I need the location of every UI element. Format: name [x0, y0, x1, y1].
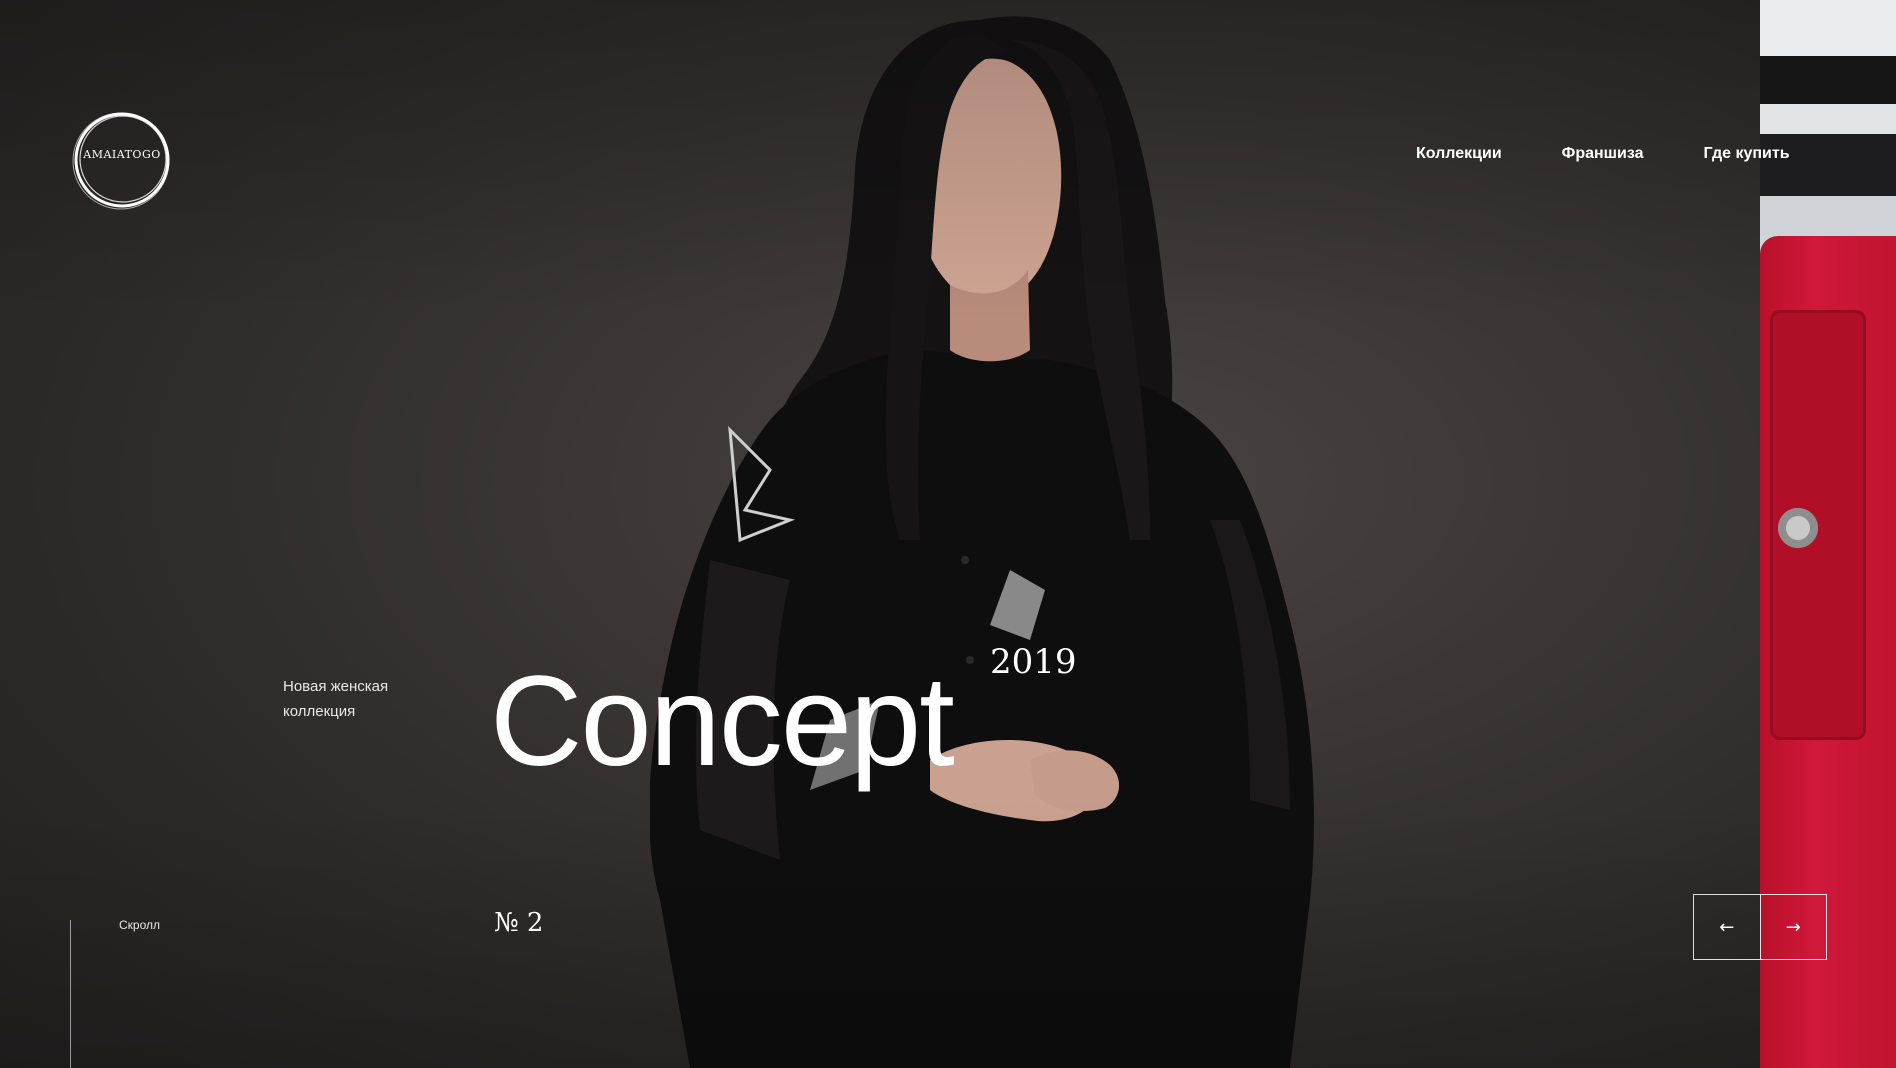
next-slide-stripe [1760, 56, 1896, 104]
next-slide-stripe [1760, 134, 1896, 196]
brand-logo[interactable]: AMAIATOGO [70, 108, 174, 212]
main-nav: Коллекции Франшиза Где купить [1416, 145, 1790, 163]
logo-text: AMAIATOGO [83, 148, 161, 161]
next-slide-stripe [1760, 196, 1896, 236]
slider-prev-button[interactable]: ← [1694, 895, 1760, 959]
slide-number: № 2 [494, 908, 544, 938]
nav-item-where-to-buy[interactable]: Где купить [1703, 145, 1789, 163]
page: AMAIATOGO Коллекции Франшиза Где купить … [0, 0, 1896, 1068]
slider-next-button[interactable]: → [1759, 895, 1827, 959]
next-slide-stripe [1760, 0, 1896, 56]
grommet-icon [1778, 508, 1818, 548]
scroll-label[interactable]: Скролл [119, 918, 160, 932]
subtitle-line: коллекция [283, 703, 356, 720]
collection-title: Concept [490, 650, 955, 793]
collection-year: 2019 [990, 642, 1077, 682]
subtitle-line: Новая женская [283, 678, 389, 695]
scroll-line [70, 920, 71, 1068]
arrow-left-icon: ← [1719, 916, 1735, 938]
slider-controls: ← → [1693, 894, 1827, 960]
collection-subtitle: Новая женская коллекция [283, 674, 433, 724]
next-slide-stripe [1760, 104, 1896, 134]
nav-item-collections[interactable]: Коллекции [1416, 145, 1502, 163]
nav-item-franchise[interactable]: Франшиза [1562, 145, 1644, 163]
arrow-right-icon: → [1785, 916, 1801, 938]
